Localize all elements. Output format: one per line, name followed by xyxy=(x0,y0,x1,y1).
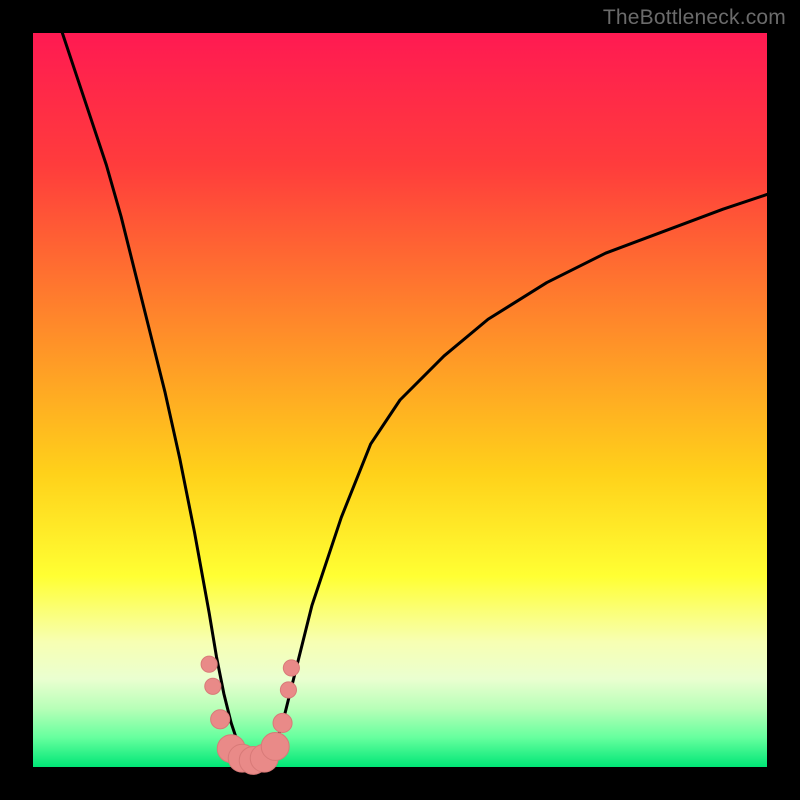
highlight-dot xyxy=(211,710,230,729)
highlight-dot xyxy=(273,713,292,732)
watermark-text: TheBottleneck.com xyxy=(603,6,786,30)
highlight-markers xyxy=(201,656,299,774)
highlight-dot xyxy=(280,682,296,698)
bottleneck-curve xyxy=(62,33,767,760)
highlight-dot xyxy=(205,678,221,694)
highlight-dot xyxy=(283,660,299,676)
highlight-dot xyxy=(261,733,289,761)
highlight-dot xyxy=(201,656,217,672)
chart-svg xyxy=(33,33,767,767)
outer-frame: TheBottleneck.com xyxy=(0,0,800,800)
